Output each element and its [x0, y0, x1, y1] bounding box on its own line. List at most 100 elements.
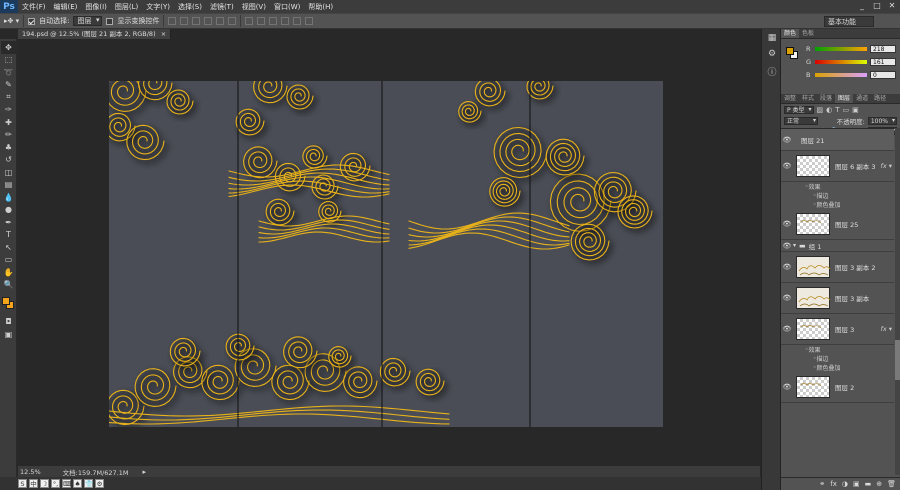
- eraser-tool-icon[interactable]: ◫: [1, 166, 16, 179]
- distribute-bottom-icon[interactable]: [269, 17, 278, 25]
- add-style-icon[interactable]: fx: [830, 480, 837, 488]
- align-top-icon[interactable]: [168, 17, 177, 25]
- filter-smart-icon[interactable]: ▣: [852, 106, 859, 114]
- minimize-button[interactable]: _: [856, 1, 868, 11]
- red-slider[interactable]: [815, 47, 867, 51]
- document-tab[interactable]: 194.psd @ 12.5% (图层 21 副本 2, RGB/8) ×: [18, 29, 172, 39]
- effect-item[interactable]: ◦ 描边: [781, 354, 894, 363]
- panel-tab-1[interactable]: 样式: [799, 94, 817, 103]
- shape-tool-icon[interactable]: ▭: [1, 254, 16, 267]
- menu-item-5[interactable]: 选择(S): [174, 2, 206, 12]
- filter-type-icon[interactable]: T: [835, 106, 839, 114]
- eyedropper-tool-icon[interactable]: ✑: [1, 104, 16, 117]
- green-slider[interactable]: [815, 60, 867, 64]
- clone-stamp-tool-icon[interactable]: ♣: [1, 141, 16, 154]
- delete-layer-icon[interactable]: 🗑: [887, 480, 896, 488]
- quick-select-tool-icon[interactable]: ✎: [1, 79, 16, 92]
- distribute-hcenter-icon[interactable]: [293, 17, 302, 25]
- history-brush-tool-icon[interactable]: ↺: [1, 154, 16, 167]
- ime-button-4[interactable]: ⌨: [62, 479, 72, 488]
- menu-item-8[interactable]: 窗口(W): [270, 2, 304, 12]
- new-layer-icon[interactable]: ⊕: [876, 480, 882, 488]
- layer-name[interactable]: 图层 6 副本 3: [835, 161, 875, 171]
- menu-item-2[interactable]: 图像(I): [81, 2, 111, 12]
- maximize-button[interactable]: □: [871, 1, 883, 11]
- ime-button-7[interactable]: ⚙: [95, 479, 104, 488]
- close-tab-icon[interactable]: ×: [161, 30, 166, 38]
- visibility-eye-icon[interactable]: 👁: [781, 242, 793, 250]
- brush-tool-icon[interactable]: ✏: [1, 129, 16, 142]
- menu-item-4[interactable]: 文字(Y): [142, 2, 174, 12]
- layer-name[interactable]: 图层 3 副本: [835, 293, 869, 303]
- blue-value-field[interactable]: 0: [870, 71, 896, 79]
- move-tool-preset-icon[interactable]: ▸✥ ▾: [4, 17, 19, 25]
- layer-name[interactable]: 图层 21: [801, 135, 824, 145]
- panel-tab-0[interactable]: 颜色: [781, 29, 800, 38]
- disclosure-triangle-icon[interactable]: ▾: [793, 242, 796, 249]
- visibility-eye-icon[interactable]: 👁: [781, 383, 793, 391]
- blend-mode-dropdown[interactable]: 正常: [784, 116, 818, 125]
- properties-icon[interactable]: ⚙: [765, 49, 779, 61]
- visibility-eye-icon[interactable]: 👁: [781, 294, 793, 302]
- effect-item[interactable]: ◦ 描边: [781, 191, 894, 200]
- layer-row[interactable]: 👁 图层 3 副本 2: [781, 252, 894, 283]
- lasso-tool-icon[interactable]: ➰: [1, 66, 16, 79]
- marquee-tool-icon[interactable]: ⬚: [1, 54, 16, 67]
- ime-button-0[interactable]: S: [18, 479, 27, 488]
- canvas-area[interactable]: [18, 39, 760, 466]
- gradient-tool-icon[interactable]: ▤: [1, 179, 16, 192]
- visibility-eye-icon[interactable]: 👁: [781, 220, 793, 228]
- visibility-eye-icon[interactable]: 👁: [781, 136, 793, 144]
- layer-name[interactable]: 图层 2: [835, 382, 854, 392]
- distribute-top-icon[interactable]: [245, 17, 254, 25]
- ime-button-6[interactable]: 👕: [84, 479, 93, 488]
- opacity-field[interactable]: 100%: [867, 116, 897, 125]
- panel-tab-3[interactable]: 图层: [835, 94, 854, 103]
- layer-list-scrollbar[interactable]: [895, 128, 900, 475]
- add-mask-icon[interactable]: ◑: [842, 480, 848, 488]
- panel-tab-1[interactable]: 色板: [799, 29, 817, 38]
- effect-item[interactable]: ◦ 颜色叠加: [781, 363, 894, 372]
- layer-effects-icon[interactable]: fx ▾: [881, 325, 892, 333]
- move-tool-icon[interactable]: ✥: [1, 41, 16, 54]
- red-value-field[interactable]: 218: [870, 45, 896, 53]
- zoom-level[interactable]: 12.5%: [20, 468, 41, 476]
- align-hcenter-icon[interactable]: [216, 17, 225, 25]
- menu-item-0[interactable]: 文件(F): [18, 2, 50, 12]
- effect-item[interactable]: ◦ 颜色叠加: [781, 200, 894, 209]
- type-tool-icon[interactable]: T: [1, 229, 16, 242]
- menu-item-6[interactable]: 滤镜(T): [206, 2, 238, 12]
- visibility-eye-icon[interactable]: 👁: [781, 263, 793, 271]
- history-icon[interactable]: ▦: [765, 33, 779, 45]
- scrollbar-thumb[interactable]: [895, 340, 900, 380]
- show-transform-checkbox[interactable]: [106, 17, 114, 25]
- layer-row[interactable]: 👁 图层 21: [781, 129, 894, 151]
- hand-tool-icon[interactable]: ✋: [1, 266, 16, 279]
- effects-header[interactable]: ◦ 效果: [781, 345, 894, 354]
- dodge-tool-icon[interactable]: ●: [1, 204, 16, 217]
- menu-item-1[interactable]: 编辑(E): [50, 2, 82, 12]
- color-panel-foreground-swatch[interactable]: [786, 47, 794, 55]
- filter-shape-icon[interactable]: ▭: [843, 106, 850, 114]
- document-canvas[interactable]: [109, 81, 663, 427]
- status-menu-arrow-icon[interactable]: ▸: [142, 468, 146, 476]
- layer-name[interactable]: 图层 25: [835, 219, 858, 229]
- ime-button-2[interactable]: ☽: [40, 479, 49, 488]
- link-layers-icon[interactable]: ⚭: [819, 480, 825, 488]
- new-group-icon[interactable]: ▬: [865, 480, 872, 488]
- align-left-icon[interactable]: [204, 17, 213, 25]
- ime-button-5[interactable]: ♠: [73, 479, 82, 488]
- ime-button-1[interactable]: 中: [29, 479, 38, 488]
- layer-name[interactable]: 图层 3 副本 2: [835, 262, 875, 272]
- healing-tool-icon[interactable]: ✚: [1, 116, 16, 129]
- distribute-right-icon[interactable]: [305, 17, 314, 25]
- layer-row[interactable]: 👁 图层 25: [781, 209, 894, 240]
- crop-tool-icon[interactable]: ⌗: [1, 91, 16, 104]
- distribute-vcenter-icon[interactable]: [257, 17, 266, 25]
- green-value-field[interactable]: 161: [870, 58, 896, 66]
- layer-row[interactable]: 👁 图层 2: [781, 372, 894, 403]
- panel-tab-0[interactable]: 调整: [781, 94, 799, 103]
- menu-item-9[interactable]: 帮助(H): [304, 2, 337, 12]
- visibility-eye-icon[interactable]: 👁: [781, 325, 793, 333]
- menu-item-3[interactable]: 图层(L): [111, 2, 142, 12]
